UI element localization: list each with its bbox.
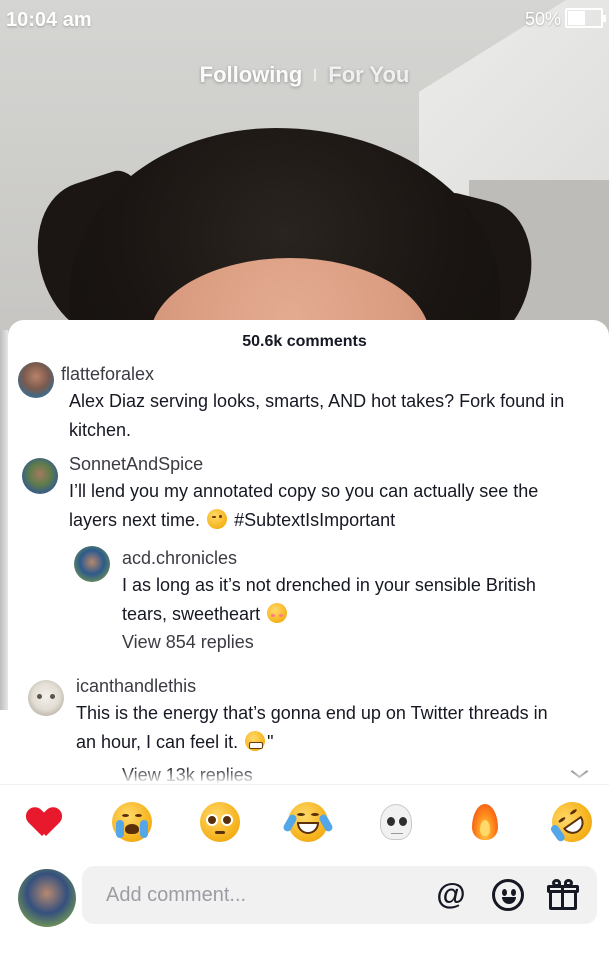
skull-icon[interactable] xyxy=(376,802,416,842)
comment-input-box[interactable]: @ xyxy=(82,866,597,924)
comment-text: Alex Diaz serving looks, smarts, AND hot… xyxy=(69,391,565,440)
feed-tabs: Following For You xyxy=(0,62,609,88)
smiley-eye xyxy=(502,889,507,896)
emoji-tear xyxy=(140,820,148,838)
comment-username[interactable]: SonnetAndSpice xyxy=(69,454,203,475)
fire-shape xyxy=(472,804,498,840)
emoji-eye xyxy=(206,814,218,826)
loudly-crying-face-icon[interactable] xyxy=(112,802,152,842)
skull-shape xyxy=(380,804,412,840)
kissing-face-icon xyxy=(267,603,288,623)
comments-count-title: 50.6k comments xyxy=(242,333,367,350)
emoji-mouth xyxy=(297,822,319,834)
comment-text-part: This is the energy that’s gonna end up o… xyxy=(76,703,548,752)
tab-separator xyxy=(314,69,317,81)
gift-icon[interactable] xyxy=(547,879,579,911)
comment-username[interactable]: flatteforalex xyxy=(61,364,154,385)
heart-shape xyxy=(28,808,60,838)
gift-bow xyxy=(552,879,561,887)
emoji-tear xyxy=(116,820,124,838)
tab-for-you[interactable]: For You xyxy=(328,62,409,88)
gift-bow xyxy=(564,879,573,887)
emoji-face xyxy=(112,802,152,842)
emoji-mouth xyxy=(125,824,139,834)
smiley-eye xyxy=(511,889,516,896)
status-time: 10:04 am xyxy=(6,9,92,31)
skull-eye xyxy=(387,817,395,826)
scroll-fade xyxy=(8,770,609,784)
emoji-mouth xyxy=(562,815,588,839)
rolling-on-the-floor-laughing-icon[interactable] xyxy=(544,794,600,850)
emoji-eye xyxy=(135,814,142,817)
comment-username[interactable]: acd.chronicles xyxy=(122,548,237,569)
emoji-eye xyxy=(569,808,578,816)
fire-icon[interactable] xyxy=(464,802,504,842)
emoji-face xyxy=(544,794,600,850)
comment-text: I’ll lend you my annotated copy so you c… xyxy=(69,477,574,535)
comment-text-part: I as long as it’s not drenched in your s… xyxy=(122,575,536,624)
emoji-eye xyxy=(221,814,233,826)
battery-icon xyxy=(565,8,606,28)
at-sign-icon[interactable]: @ xyxy=(435,879,467,911)
comment-text: I as long as it’s not drenched in your s… xyxy=(122,571,542,629)
pleading-face-icon[interactable] xyxy=(200,802,240,842)
emoji-eye xyxy=(557,816,567,824)
smiley-icon[interactable] xyxy=(492,879,524,911)
emoji-eye xyxy=(311,813,319,816)
my-avatar[interactable] xyxy=(18,869,76,927)
emoji-face xyxy=(282,802,334,842)
comment-text-part: " xyxy=(267,732,274,752)
skull-teeth xyxy=(391,833,403,838)
comment-text: This is the energy that’s gonna end up o… xyxy=(76,699,556,757)
winking-face-icon xyxy=(207,509,228,529)
avatar[interactable] xyxy=(28,680,64,716)
comment-input[interactable] xyxy=(106,866,426,924)
comment-hashtag[interactable]: #SubtextIsImportant xyxy=(234,510,395,530)
avatar[interactable] xyxy=(74,546,110,582)
tab-following[interactable]: Following xyxy=(200,62,303,88)
emoji-eye xyxy=(122,814,129,817)
emoji-mouth xyxy=(215,831,225,834)
face-with-tears-of-joy-icon[interactable] xyxy=(282,802,334,842)
skull-eye xyxy=(399,817,407,826)
sheet-shadow xyxy=(0,330,8,710)
video-background[interactable] xyxy=(0,0,609,340)
gift-ribbon xyxy=(561,885,564,910)
smiley-mouth xyxy=(502,897,516,904)
comment-username[interactable]: icanthandlethis xyxy=(76,676,196,697)
battery-percent: 50% xyxy=(524,9,561,29)
battery-nub xyxy=(603,15,606,22)
avatar[interactable] xyxy=(22,458,58,494)
emoji-eye xyxy=(297,813,305,816)
battery-fill xyxy=(568,11,585,25)
red-heart-icon[interactable] xyxy=(24,802,64,842)
grimacing-face-icon xyxy=(245,731,266,751)
emoji-face xyxy=(200,802,240,842)
view-replies-link[interactable]: View 854 replies xyxy=(122,632,254,653)
avatar[interactable] xyxy=(18,362,54,398)
